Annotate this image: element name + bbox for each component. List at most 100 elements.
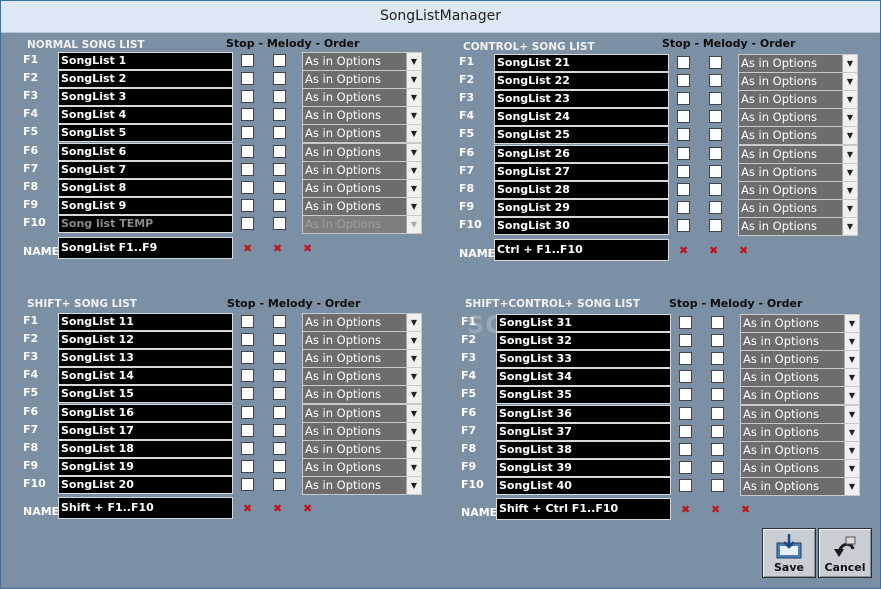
order-dropdown[interactable]: As in Options ▼ <box>302 313 422 332</box>
melody-checkbox[interactable] <box>711 316 724 329</box>
chevron-down-icon[interactable]: ▼ <box>406 144 421 161</box>
chevron-down-icon[interactable]: ▼ <box>406 332 421 349</box>
chevron-down-icon[interactable]: ▼ <box>842 109 857 126</box>
melody-checkbox[interactable] <box>711 388 724 401</box>
stop-checkbox[interactable] <box>241 478 254 491</box>
melody-checkbox[interactable] <box>709 219 722 232</box>
song-list-name-field[interactable]: SongList 30 <box>494 217 669 235</box>
chevron-down-icon[interactable]: ▼ <box>406 89 421 106</box>
clear-order-icon[interactable]: ✖ <box>303 242 312 255</box>
order-dropdown[interactable]: As in Options ▼ <box>302 385 422 404</box>
chevron-down-icon[interactable]: ▼ <box>406 71 421 88</box>
stop-checkbox[interactable] <box>677 74 690 87</box>
chevron-down-icon[interactable]: ▼ <box>406 405 421 422</box>
order-dropdown[interactable]: As in Options ▼ <box>740 459 860 478</box>
chevron-down-icon[interactable]: ▼ <box>844 333 859 350</box>
song-list-name-field[interactable]: SongList 18 <box>58 440 233 458</box>
order-dropdown[interactable]: As in Options ▼ <box>738 126 858 145</box>
order-dropdown[interactable]: As in Options ▼ <box>302 440 422 459</box>
save-button[interactable]: Save <box>762 528 816 578</box>
chevron-down-icon[interactable]: ▼ <box>844 478 859 495</box>
clear-stop-icon[interactable]: ✖ <box>679 244 688 257</box>
melody-checkbox[interactable] <box>709 128 722 141</box>
stop-checkbox[interactable] <box>679 370 692 383</box>
melody-checkbox[interactable] <box>273 181 286 194</box>
chevron-down-icon[interactable]: ▼ <box>842 218 857 235</box>
song-list-name-field[interactable]: SongList 36 <box>496 405 671 423</box>
order-dropdown[interactable]: As in Options ▼ <box>738 145 858 164</box>
chevron-down-icon[interactable]: ▼ <box>406 459 421 476</box>
order-dropdown[interactable]: As in Options ▼ <box>740 423 860 442</box>
stop-checkbox[interactable] <box>241 460 254 473</box>
song-list-name-field[interactable]: SongList 14 <box>58 367 233 385</box>
melody-checkbox[interactable] <box>273 126 286 139</box>
order-dropdown[interactable]: As in Options ▼ <box>302 331 422 350</box>
clear-melody-icon[interactable]: ✖ <box>709 244 718 257</box>
melody-checkbox[interactable] <box>709 183 722 196</box>
chevron-down-icon[interactable]: ▼ <box>844 460 859 477</box>
melody-checkbox[interactable] <box>273 478 286 491</box>
song-list-name-field[interactable]: SongList 32 <box>496 332 671 350</box>
melody-checkbox[interactable] <box>273 406 286 419</box>
chevron-down-icon[interactable]: ▼ <box>406 198 421 215</box>
group-name-field[interactable]: SongList F1..F9 <box>58 237 233 259</box>
stop-checkbox[interactable] <box>677 110 690 123</box>
song-list-name-field[interactable]: SongList 16 <box>58 404 233 422</box>
song-list-name-field[interactable]: SongList 22 <box>494 72 669 90</box>
chevron-down-icon[interactable]: ▼ <box>406 53 421 70</box>
song-list-name-field[interactable]: SongList 9 <box>58 197 233 215</box>
stop-checkbox[interactable] <box>241 90 254 103</box>
melody-checkbox[interactable] <box>273 460 286 473</box>
group-name-field[interactable]: Ctrl + F1..F10 <box>494 239 669 261</box>
song-list-name-field[interactable]: SongList 40 <box>496 477 671 495</box>
melody-checkbox[interactable] <box>273 54 286 67</box>
chevron-down-icon[interactable]: ▼ <box>844 315 859 332</box>
stop-checkbox[interactable] <box>241 387 254 400</box>
stop-checkbox[interactable] <box>677 165 690 178</box>
melody-checkbox[interactable] <box>709 74 722 87</box>
song-list-name-field[interactable]: SongList 12 <box>58 331 233 349</box>
song-list-name-field[interactable]: SongList 2 <box>58 70 233 88</box>
stop-checkbox[interactable] <box>241 126 254 139</box>
stop-checkbox[interactable] <box>679 352 692 365</box>
order-dropdown[interactable]: As in Options ▼ <box>302 179 422 198</box>
melody-checkbox[interactable] <box>273 442 286 455</box>
chevron-down-icon[interactable]: ▼ <box>406 180 421 197</box>
stop-checkbox[interactable] <box>679 479 692 492</box>
clear-order-icon[interactable]: ✖ <box>741 503 750 516</box>
song-list-name-field[interactable]: SongList 19 <box>58 458 233 476</box>
melody-checkbox[interactable] <box>709 92 722 105</box>
chevron-down-icon[interactable]: ▼ <box>842 73 857 90</box>
order-dropdown[interactable]: As in Options ▼ <box>302 458 422 477</box>
order-dropdown[interactable]: As in Options ▼ <box>740 477 860 496</box>
order-dropdown[interactable]: As in Options ▼ <box>738 199 858 218</box>
order-dropdown[interactable]: As in Options ▼ <box>738 217 858 236</box>
stop-checkbox[interactable] <box>679 425 692 438</box>
song-list-name-field[interactable]: SongList 15 <box>58 385 233 403</box>
order-dropdown[interactable]: As in Options ▼ <box>302 367 422 386</box>
melody-checkbox[interactable] <box>273 145 286 158</box>
chevron-down-icon[interactable]: ▼ <box>844 424 859 441</box>
melody-checkbox[interactable] <box>711 425 724 438</box>
stop-checkbox[interactable] <box>677 201 690 214</box>
song-list-name-field[interactable]: SongList 39 <box>496 459 671 477</box>
chevron-down-icon[interactable]: ▼ <box>842 164 857 181</box>
order-dropdown[interactable]: As in Options ▼ <box>740 332 860 351</box>
stop-checkbox[interactable] <box>677 183 690 196</box>
clear-order-icon[interactable]: ✖ <box>303 502 312 515</box>
melody-checkbox[interactable] <box>273 108 286 121</box>
chevron-down-icon[interactable]: ▼ <box>842 200 857 217</box>
order-dropdown[interactable]: As in Options ▼ <box>302 70 422 89</box>
order-dropdown[interactable]: As in Options ▼ <box>302 422 422 441</box>
order-dropdown[interactable]: As in Options ▼ <box>302 52 422 71</box>
clear-melody-icon[interactable]: ✖ <box>711 503 720 516</box>
stop-checkbox[interactable] <box>241 72 254 85</box>
melody-checkbox[interactable] <box>711 352 724 365</box>
stop-checkbox[interactable] <box>241 54 254 67</box>
chevron-down-icon[interactable]: ▼ <box>844 406 859 423</box>
order-dropdown[interactable]: As in Options ▼ <box>740 350 860 369</box>
melody-checkbox[interactable] <box>711 407 724 420</box>
song-list-name-field[interactable]: SongList 6 <box>58 143 233 161</box>
order-dropdown[interactable]: As in Options ▼ <box>302 143 422 162</box>
order-dropdown[interactable]: As in Options ▼ <box>740 314 860 333</box>
